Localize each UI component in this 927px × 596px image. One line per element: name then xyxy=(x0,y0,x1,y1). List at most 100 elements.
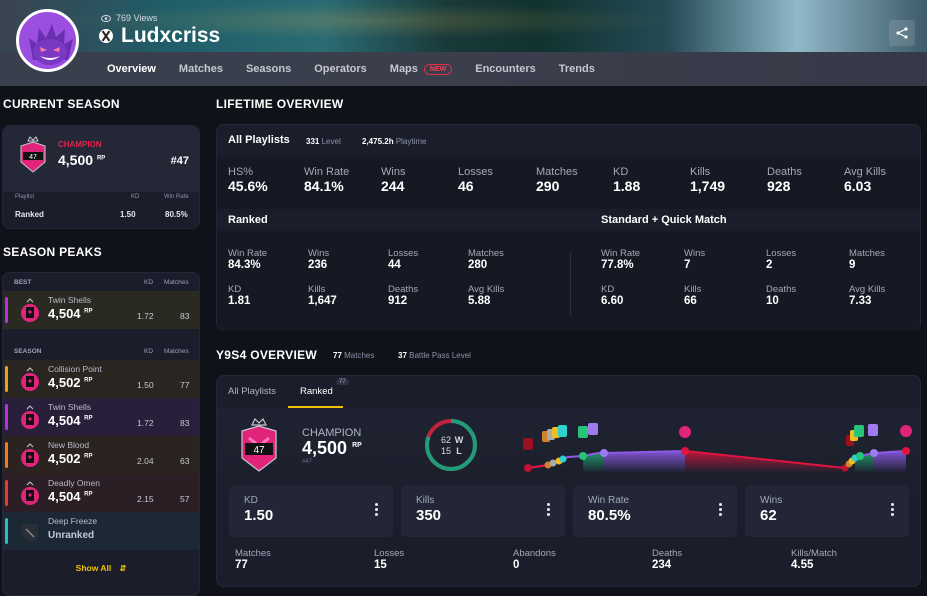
expand-icon: ⇵ xyxy=(119,564,127,573)
tab-label: Trends xyxy=(558,63,595,75)
tab-seasons[interactable]: Seasons xyxy=(246,63,291,75)
stat-value: 2 xyxy=(766,259,773,271)
rp-value: 4,504 xyxy=(48,489,81,504)
season-color-bar xyxy=(5,518,8,544)
tab-ranked[interactable]: Ranked 77 xyxy=(288,376,349,408)
current-season-card: 47 CHAMPION 4,500 RP #47 Playlist KD Win… xyxy=(2,125,200,229)
stat-value: 280 xyxy=(468,259,488,271)
season-row[interactable]: Deep Freeze Unranked xyxy=(3,512,199,550)
best-header: BEST KD Matches xyxy=(3,273,199,291)
stat-label: Kills/Match xyxy=(791,548,837,559)
tab-overview[interactable]: Overview xyxy=(107,63,156,75)
stat-label: Deaths xyxy=(652,548,683,559)
stat-label: Avg Kills xyxy=(468,284,505,295)
more-options-icon[interactable] xyxy=(891,503,895,518)
more-options-icon[interactable] xyxy=(547,503,551,518)
season-rp: 4,504 RP xyxy=(48,489,93,504)
season-row[interactable]: Twin Shells 4,504 RP 1.72 83 xyxy=(3,398,199,436)
tab-matches[interactable]: Matches xyxy=(179,63,223,75)
stat-label: Matches xyxy=(235,548,271,559)
season-color-bar xyxy=(5,404,8,430)
stat-value: 350 xyxy=(416,507,442,524)
tab-label: Encounters xyxy=(475,63,536,75)
stat-label: KD xyxy=(228,284,242,295)
show-all-button[interactable]: Show All ⇵ xyxy=(3,563,199,573)
rank-rp: 4,500 RP xyxy=(58,152,105,168)
season-rp: 4,502 RP xyxy=(48,375,93,390)
overall-stat-losses: Losses 46 xyxy=(458,166,493,194)
graph-area xyxy=(604,451,685,473)
tab-all-playlists[interactable]: All Playlists xyxy=(228,386,276,397)
rp-value: 4,504 xyxy=(48,306,81,321)
stat-label: Deaths xyxy=(388,284,419,295)
username: Ludxcriss xyxy=(121,24,221,47)
current-season-title: CURRENT SEASON xyxy=(3,97,120,111)
ranked-stat: Matches 280 xyxy=(468,248,504,271)
playtime-value: 2,475.2h xyxy=(362,137,394,146)
champion-rank-icon: 47 xyxy=(20,136,46,173)
season-name: Twin Shells xyxy=(48,295,91,305)
bottom-stat: Abandons 0 xyxy=(513,548,556,571)
tab-maps[interactable]: Maps NEW xyxy=(390,63,453,75)
more-options-icon[interactable] xyxy=(375,503,379,518)
season-name: Deep Freeze xyxy=(48,516,98,526)
profile-name: Ludxcriss xyxy=(99,24,220,48)
season-rp: 4,504 RP xyxy=(48,413,93,428)
season-peaks-card: BEST KD Matches Twin Shells 4,504 RP 1.7… xyxy=(2,272,200,596)
ranked-stat: Win Rate 84.3% xyxy=(228,248,267,271)
playlist-tabs: All Playlists Ranked 77 xyxy=(217,376,920,408)
stat-value: 928 xyxy=(767,178,791,194)
stat-value: 45.6% xyxy=(228,178,268,194)
season-row[interactable]: New Blood 4,502 RP 2.04 63 xyxy=(3,436,199,474)
stat-card-win-rate: Win Rate 80.5% xyxy=(573,485,737,537)
more-options-icon[interactable] xyxy=(719,503,723,518)
stat-value: 1.50 xyxy=(244,507,274,524)
col-winrate: Win Rate xyxy=(164,194,189,200)
overall-stats-row: HS% 45.6% Win Rate 84.1% Wins 244 Losses… xyxy=(217,157,920,209)
best-season-row[interactable]: Twin Shells 4,504 RP 1.72 83 xyxy=(3,291,199,329)
season-row[interactable]: Deadly Omen 4,504 RP 2.15 57 xyxy=(3,474,199,512)
col-matches: Matches xyxy=(164,278,189,286)
stat-value: 77.8% xyxy=(601,259,634,271)
season-peaks-title: SEASON PEAKS xyxy=(3,245,102,259)
rank-number: 47 xyxy=(253,445,265,456)
stat-value: 66 xyxy=(684,295,697,307)
rank-name: CHAMPION xyxy=(58,140,102,149)
stat-value: 1.88 xyxy=(613,178,641,194)
season-name: Deadly Omen xyxy=(48,478,100,488)
stat-value: 84.1% xyxy=(304,178,344,194)
stat-label: Matches xyxy=(536,166,578,178)
show-all-label: Show All xyxy=(75,563,112,573)
tab-encounters[interactable]: Encounters xyxy=(475,63,536,75)
all-playlists-label: All Playlists xyxy=(228,134,290,146)
season-row[interactable]: Collision Point 4,502 RP 1.50 77 xyxy=(3,360,199,398)
overall-stat-wins: Wins 244 xyxy=(381,166,405,194)
standard-stat: Kills 66 xyxy=(684,284,701,307)
stat-label: Deaths xyxy=(766,284,797,295)
stat-value: 236 xyxy=(308,259,328,271)
share-button[interactable] xyxy=(889,20,915,46)
view-count: 769 Views xyxy=(101,13,157,23)
overall-stat-kills: Kills 1,749 xyxy=(690,166,725,194)
stat-label: Matches xyxy=(468,248,504,259)
stat-value: 62 xyxy=(760,507,777,524)
bottom-stat: Losses 15 xyxy=(374,548,404,571)
stat-value: 290 xyxy=(536,178,560,194)
lifetime-card: All Playlists 331 Level 2,475.2h Playtim… xyxy=(216,124,921,331)
stat-label: Win Rate xyxy=(588,495,630,506)
avatar xyxy=(16,9,79,72)
stat-label: Matches xyxy=(849,248,885,259)
rp-value: 4,504 xyxy=(48,413,81,428)
season-rp: 4,504 RP xyxy=(48,306,93,321)
standard-stat: Avg Kills 7.33 xyxy=(849,284,885,307)
level-label: Level xyxy=(321,137,341,146)
stat-label: Wins xyxy=(381,166,406,178)
wins-label: W xyxy=(455,435,464,445)
stat-value: 5.88 xyxy=(468,295,491,307)
season-matches: 83 xyxy=(180,311,190,321)
season-kd: 2.04 xyxy=(137,456,154,466)
tab-trends[interactable]: Trends xyxy=(559,63,595,75)
tab-count-badge: 77 xyxy=(336,379,349,385)
losses-count: 15 xyxy=(441,446,451,456)
tab-operators[interactable]: Operators xyxy=(314,63,367,75)
